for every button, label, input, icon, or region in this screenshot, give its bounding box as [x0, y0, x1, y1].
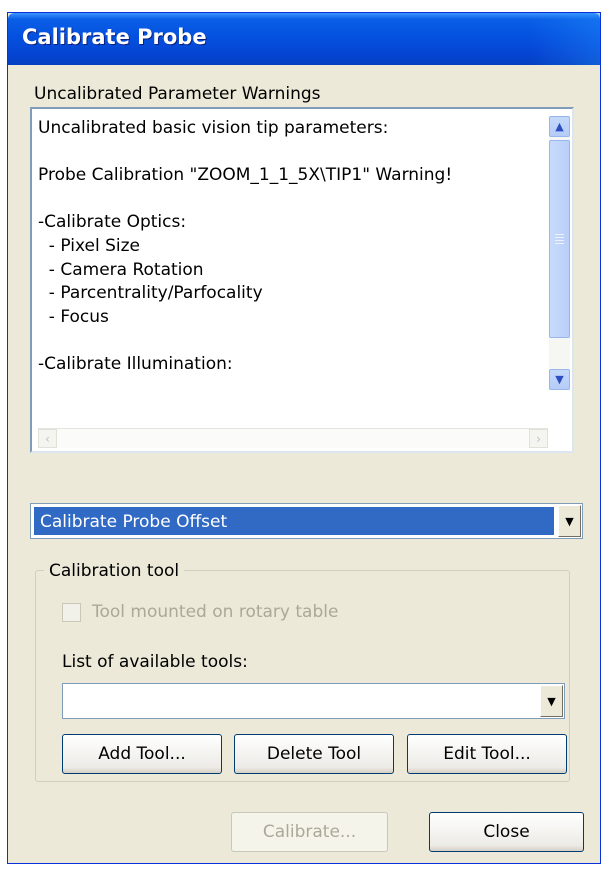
chevron-down-icon: ▼ — [555, 373, 564, 386]
mode-dropdown-button[interactable]: ▼ — [558, 505, 581, 537]
selection-highlight: Calibrate Probe Offset — [34, 507, 554, 535]
calibration-mode-select[interactable]: Calibrate Probe Offset ▼ — [30, 503, 583, 539]
add-tool-button[interactable]: Add Tool... — [62, 734, 222, 774]
scroll-down-button[interactable]: ▼ — [549, 369, 570, 390]
title-bar-decoration — [530, 13, 600, 65]
chevron-right-icon: › — [536, 431, 541, 446]
selected-mode-label: Calibrate Probe Offset — [40, 512, 228, 532]
vertical-scroll-thumb[interactable] — [549, 140, 570, 338]
scroll-right-button[interactable]: › — [529, 429, 548, 448]
triangle-down-icon: ▼ — [547, 694, 556, 708]
calibrate-button[interactable]: Calibrate... — [231, 812, 388, 852]
grip-line — [555, 240, 564, 241]
grip-line — [555, 243, 564, 244]
rotary-table-checkbox[interactable] — [62, 603, 81, 622]
chevron-up-icon: ▲ — [555, 120, 564, 133]
horizontal-scrollbar[interactable]: ‹ › — [38, 428, 548, 448]
chevron-left-icon: ‹ — [45, 431, 50, 446]
scroll-up-button[interactable]: ▲ — [549, 116, 570, 137]
title-bar[interactable]: Calibrate Probe — [8, 13, 600, 65]
window-title: Calibrate Probe — [22, 25, 207, 49]
warnings-text: Uncalibrated basic vision tip parameters… — [38, 118, 453, 374]
delete-tool-button[interactable]: Delete Tool — [234, 734, 394, 774]
available-tools-select[interactable]: ▼ — [62, 683, 565, 719]
grip-line — [555, 234, 564, 235]
triangle-down-icon: ▼ — [565, 514, 574, 528]
edit-tool-button[interactable]: Edit Tool... — [407, 734, 567, 774]
scroll-left-button[interactable]: ‹ — [38, 429, 57, 448]
warnings-heading: Uncalibrated Parameter Warnings — [34, 84, 321, 104]
calibration-tool-group-label: Calibration tool — [44, 561, 185, 581]
grip-line — [555, 237, 564, 238]
rotary-table-checkbox-label: Tool mounted on rotary table — [92, 602, 339, 622]
close-button[interactable]: Close — [429, 812, 584, 852]
tools-dropdown-button[interactable]: ▼ — [540, 685, 563, 717]
vertical-scrollbar[interactable]: ▲ ▼ — [549, 116, 570, 390]
available-tools-label: List of available tools: — [62, 652, 248, 672]
warnings-textbox[interactable]: Uncalibrated basic vision tip parameters… — [30, 107, 574, 453]
